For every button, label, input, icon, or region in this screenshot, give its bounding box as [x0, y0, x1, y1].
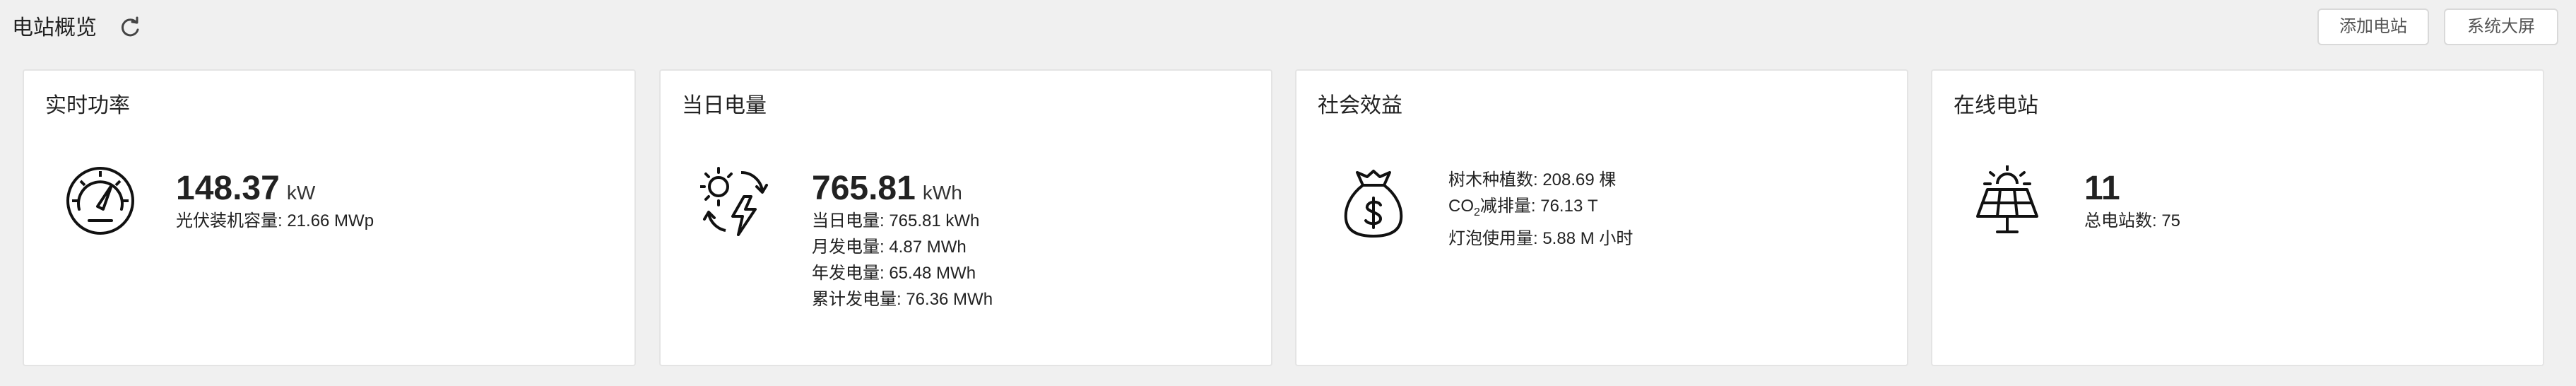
co2-reduction: CO2减排量: 76.13 T	[1448, 197, 1598, 218]
money-bag-icon	[1342, 168, 1405, 242]
card-title: 在线电站	[1954, 94, 2038, 117]
daily-energy-unit: kWh	[922, 182, 962, 204]
card-title: 实时功率	[45, 94, 130, 117]
sun-lightning-icon	[699, 165, 771, 240]
daily-energy-value: 765.81 kWh	[812, 169, 962, 213]
realtime-power-number: 148.37	[176, 170, 280, 207]
realtime-power-unit: kW	[286, 182, 316, 204]
header: 电站概览 添加电站 系统大屏	[0, 0, 2576, 59]
daily-energy-number: 765.81	[812, 170, 916, 207]
daily-energy-card: 当日电量 765.81 kWh 当日电量: 765.81 kWh 月发电量: 4.…	[659, 69, 1272, 366]
social-benefit-card: 社会效益 树木种植数: 208.69 棵 CO2减排量: 76.13 T 灯泡使…	[1295, 69, 1908, 366]
refresh-icon[interactable]	[117, 16, 143, 41]
total-energy: 累计发电量: 76.36 MWh	[812, 290, 993, 309]
page-title: 电站概览	[12, 16, 97, 40]
pv-capacity: 光伏装机容量: 21.66 MWp	[176, 211, 374, 230]
trees-planted: 树木种植数: 208.69 棵	[1448, 170, 1617, 189]
add-station-button[interactable]: 添加电站	[2317, 8, 2429, 45]
online-stations-value: 11	[2084, 170, 2120, 207]
system-screen-button[interactable]: 系统大屏	[2444, 8, 2558, 45]
card-title: 社会效益	[1318, 94, 1402, 117]
card-title: 当日电量	[682, 94, 767, 117]
solar-panel-icon	[1972, 164, 2043, 240]
month-energy: 月发电量: 4.87 MWh	[812, 238, 967, 257]
year-energy: 年发电量: 65.48 MWh	[812, 264, 976, 283]
bulb-usage: 灯泡使用量: 5.88 M 小时	[1448, 228, 1633, 248]
total-stations: 总电站数: 75	[2084, 211, 2181, 230]
realtime-power-card: 实时功率 148.37 kW 光伏装机容量: 21.66 MWp	[23, 69, 636, 366]
online-stations-card: 在线电站 11 总电站数: 75	[1931, 69, 2544, 366]
day-energy: 当日电量: 765.81 kWh	[812, 211, 980, 230]
realtime-power-value: 148.37 kW	[176, 169, 315, 213]
gauge-icon	[65, 165, 136, 240]
